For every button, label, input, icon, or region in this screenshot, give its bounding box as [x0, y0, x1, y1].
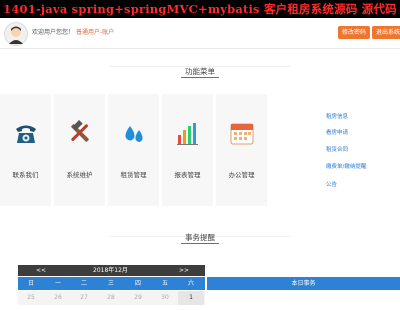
avatar [4, 22, 28, 46]
menu-card-label: 报表管理 [174, 171, 201, 179]
calendar-day[interactable]: 26 [45, 291, 71, 305]
prev-month-button[interactable]: << [36, 265, 46, 276]
welcome-text: 欢迎用户您您！ 普通用户-账户 [32, 27, 114, 36]
calendar-day[interactable]: 27 [71, 291, 97, 305]
weekday-label: 四 [134, 280, 141, 287]
menu-card-lease[interactable]: 租赁管理 [108, 94, 160, 206]
calendar-day-today[interactable]: 1 [178, 291, 204, 305]
logout-button[interactable]: 退出系统 [372, 26, 400, 39]
weekday-label: 二 [80, 280, 87, 287]
weekday-label: 六 [187, 280, 194, 287]
notice-link[interactable]: 公告 [326, 180, 337, 188]
menu-card-office[interactable]: 办公管理 [216, 94, 268, 206]
role-label: 普通用户-账户 [75, 29, 115, 36]
calendar-icon [230, 123, 254, 145]
menu-card-label: 租赁管理 [120, 171, 147, 179]
today-tasks-header: 本日事务 [207, 277, 400, 290]
calendar-month-title: 2018年12月 [93, 267, 128, 274]
calendar-nav: << 2018年12月 >> [18, 265, 205, 276]
menu-card-maintenance[interactable]: 系统维护 [54, 94, 106, 206]
menu-card-report[interactable]: 报表管理 [162, 94, 214, 206]
menu-card-label: 联系我们 [12, 171, 39, 179]
weekday-label: 日 [27, 280, 34, 287]
water-drops-icon [125, 126, 143, 142]
notice-link[interactable]: 租赁合同 [326, 145, 348, 153]
next-month-button[interactable]: >> [179, 265, 189, 276]
tools-icon [71, 120, 89, 142]
change-password-button[interactable]: 修改密码 [338, 26, 371, 39]
menu-card-label: 办公管理 [228, 171, 255, 179]
weekday-label: 三 [107, 280, 114, 287]
menu-section-title: 功能菜单 [0, 66, 400, 78]
calendar-day-row: 25 26 27 28 29 30 1 [18, 291, 205, 305]
notice-section-title: 事务提醒 [0, 232, 400, 244]
telephone-icon [16, 125, 36, 143]
calendar-weekday-row: 日 一 二 三 四 五 六 [18, 277, 205, 290]
notice-link[interactable]: 看房申请 [326, 128, 348, 136]
menu-card-contact[interactable]: 联系我们 [0, 94, 52, 206]
calendar-day[interactable]: 25 [18, 291, 44, 305]
top-header: 欢迎用户您您！ 普通用户-账户 修改密码 退出系统 [0, 18, 400, 49]
menu-card-label: 系统维护 [66, 171, 93, 179]
weekday-label: 五 [161, 280, 168, 287]
calendar-day[interactable]: 29 [125, 291, 151, 305]
calendar-day[interactable]: 28 [98, 291, 124, 305]
bar-chart-icon [177, 123, 198, 145]
notice-link[interactable]: 租房信息 [326, 112, 348, 120]
user-avatar-icon [9, 26, 23, 44]
video-title-banner: 1401-java spring+springMVC+mybatis 客户租房系… [0, 0, 400, 18]
notice-link[interactable]: 缴费单/缴纳提醒 [326, 162, 366, 170]
calendar-day[interactable]: 30 [152, 291, 178, 305]
weekday-label: 一 [54, 280, 61, 287]
welcome-prefix: 欢迎用户您您！ [32, 29, 75, 36]
